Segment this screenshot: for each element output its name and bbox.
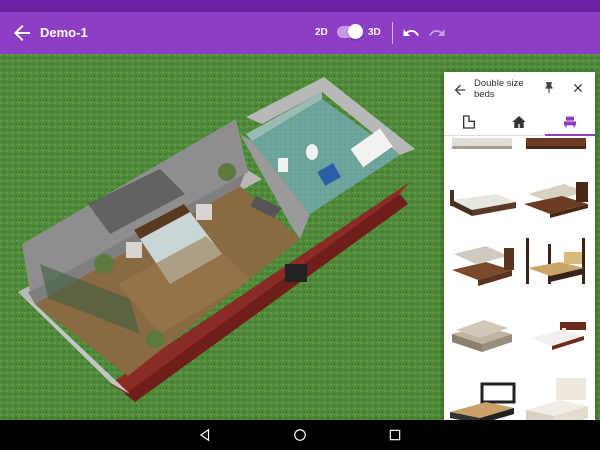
bed-thumbnail (526, 138, 586, 149)
mode-2d-label[interactable]: 2D (315, 27, 328, 38)
back-arrow-icon[interactable] (10, 21, 34, 45)
bed-item-2[interactable] (520, 138, 592, 156)
tab-bed[interactable] (545, 108, 595, 136)
bed-thumbnail (524, 182, 588, 218)
system-nav-bar (0, 420, 600, 450)
redo-icon[interactable] (428, 24, 446, 42)
bed-thumbnail (452, 320, 512, 352)
bed-thumbnail (450, 190, 516, 216)
nav-back-icon[interactable] (198, 428, 212, 442)
bed-thumbnail (526, 238, 585, 284)
project-title: Demo-1 (40, 25, 88, 40)
bed-catalog-grid (444, 138, 595, 420)
pin-icon[interactable] (542, 81, 556, 95)
panel-back-icon[interactable] (452, 82, 468, 98)
panel-title: Double size beds (474, 78, 524, 100)
home-icon (512, 116, 526, 128)
bed-item-8[interactable] (520, 304, 592, 362)
category-tabs (444, 108, 595, 136)
bed-item-9[interactable] (446, 374, 518, 420)
bed-thumbnail (452, 246, 514, 286)
nav-home-icon[interactable] (293, 428, 307, 442)
tab-home[interactable] (494, 108, 544, 136)
furniture-catalog-panel: Double size beds (444, 72, 595, 420)
bed-item-4[interactable] (520, 164, 592, 222)
mode-3d-label[interactable]: 3D (368, 27, 381, 38)
undo-icon[interactable] (402, 24, 420, 42)
view-mode-toggle[interactable] (337, 24, 363, 39)
bed-thumbnail (452, 138, 512, 149)
bed-thumbnail (530, 322, 586, 350)
bed-icon (564, 116, 576, 128)
app-bar: Demo-1 2D 3D (0, 12, 600, 54)
bed-item-7[interactable] (446, 304, 518, 362)
bed-item-10[interactable] (520, 374, 592, 420)
nav-recents-icon[interactable] (388, 428, 402, 442)
bed-thumbnail (526, 378, 588, 420)
bed-item-1[interactable] (446, 138, 518, 156)
bed-thumbnail (450, 382, 516, 420)
bed-item-6[interactable] (520, 234, 592, 292)
toolbar-divider (392, 22, 393, 44)
bed-item-5[interactable] (446, 234, 518, 292)
tab-room-shape[interactable] (444, 108, 494, 136)
toggle-knob[interactable] (348, 24, 363, 39)
bed-item-3[interactable] (446, 164, 518, 222)
close-icon[interactable] (571, 81, 585, 95)
status-bar (0, 0, 600, 12)
room-shape-icon (463, 115, 475, 129)
3d-viewport[interactable]: Double size beds (0, 54, 600, 420)
